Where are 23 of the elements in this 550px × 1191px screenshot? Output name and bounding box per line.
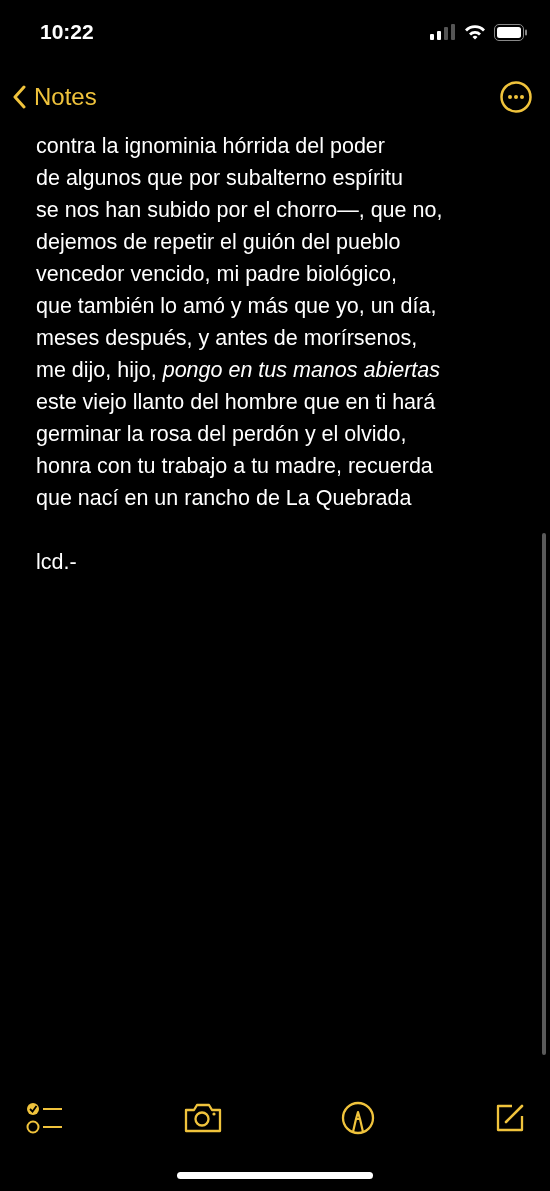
note-line: de algunos que por subalterno espíritu (36, 165, 404, 192)
note-line: dejemos de repetir el guión del pueblo (36, 229, 402, 256)
note-line: me dijo, hijo, pongo en tus manos abiertas (36, 357, 441, 384)
back-button[interactable]: Notes (12, 83, 97, 111)
note-line: que nací en un rancho de La Quebrada (36, 485, 413, 512)
note-line: vencedor vencido, mi padre biológico, (36, 261, 398, 288)
note-signature: lcd.- (36, 549, 78, 576)
note-line: que también lo amó y más que yo, un día, (36, 293, 438, 320)
chevron-icon (12, 85, 26, 109)
camera-button[interactable] (182, 1102, 223, 1134)
note-line: germinar la rosa del perdón y el olvido, (36, 421, 408, 448)
wifi-icon (464, 24, 486, 40)
note-line: este viejo llanto del hombre que en ti hará (36, 389, 437, 416)
note-line: contra la ignominia hórrida del poder (36, 133, 386, 160)
note-line: honra con tu trabajo a tu madre, recuerda (36, 453, 434, 480)
more-icon[interactable] (500, 81, 532, 113)
battery-icon (494, 23, 528, 41)
clock-time: 10:22 (40, 20, 94, 44)
signal-icon (430, 24, 456, 40)
note-line: meses después, y antes de morírsenos, (36, 325, 419, 352)
checklist-button[interactable] (26, 1101, 64, 1135)
markup-button[interactable] (341, 1101, 376, 1135)
note-line: se nos han subido por el chorro—, que no, (36, 197, 444, 224)
